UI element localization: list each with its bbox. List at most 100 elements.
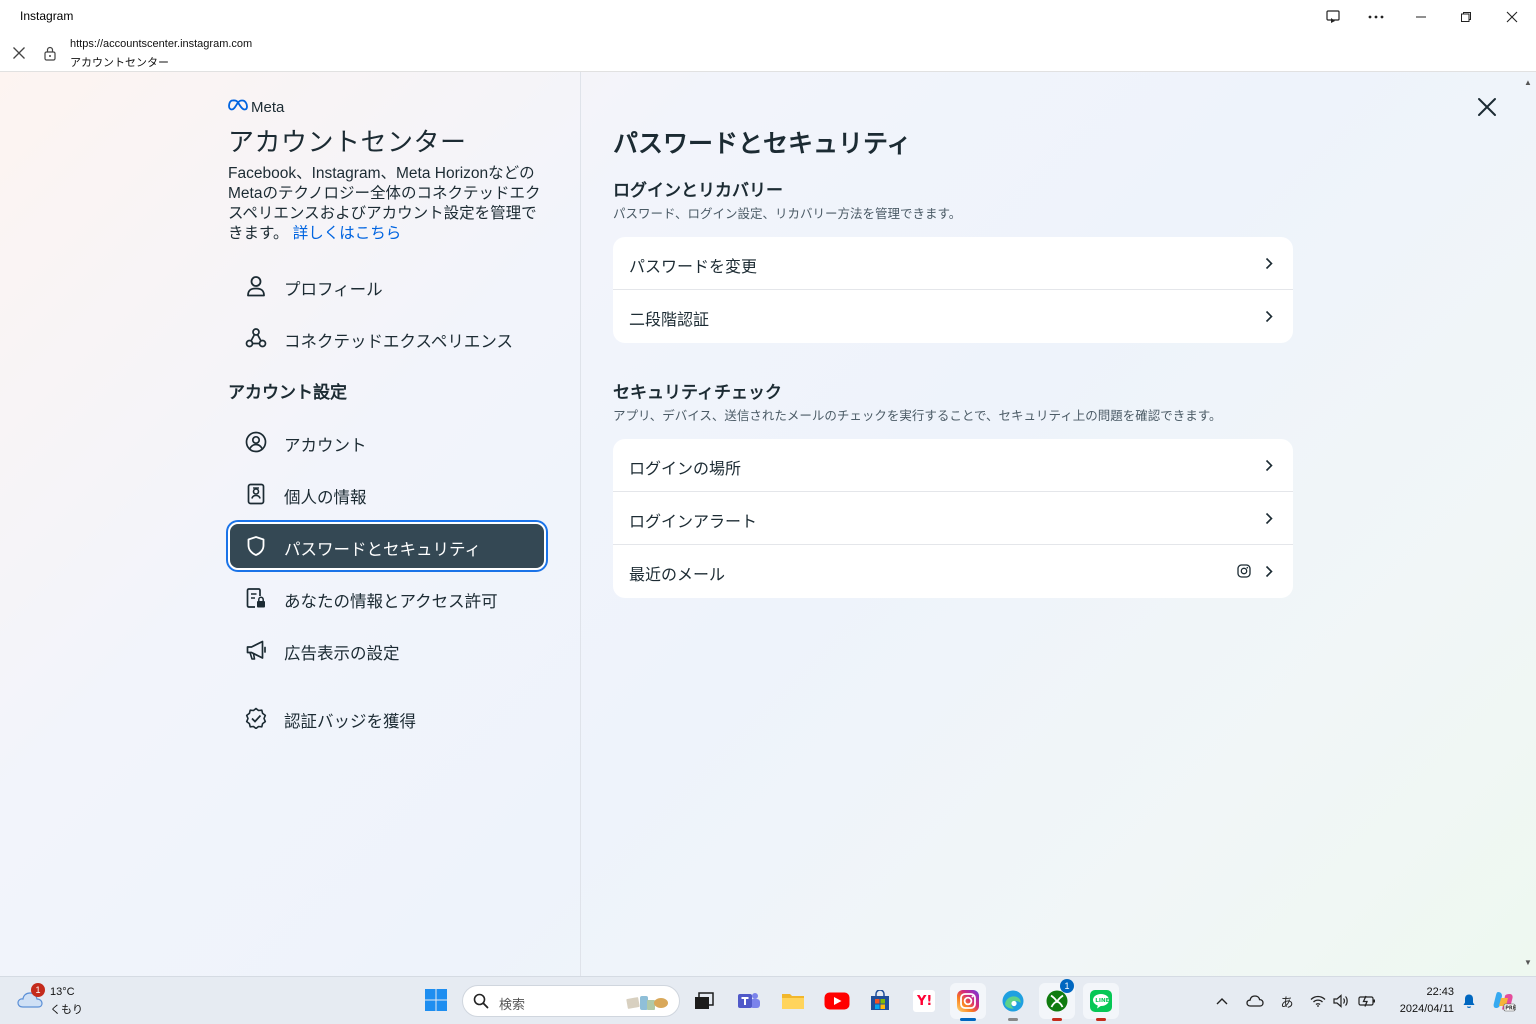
row-label: パスワードを変更 (629, 259, 758, 276)
svg-text:Y!: Y! (916, 994, 932, 1009)
security-check-heading: セキュリティチェック (613, 383, 782, 402)
close-icon[interactable] (8, 42, 30, 64)
login-recovery-card: パスワードを変更 二段階認証 (613, 237, 1293, 343)
close-panel-button[interactable] (1474, 94, 1500, 120)
xbox-badge: 1 (1060, 979, 1074, 993)
title-bar: Instagram (0, 0, 1536, 33)
battery-icon[interactable] (1356, 977, 1378, 1024)
row-label: 最近のメール (629, 567, 726, 584)
youtube-icon[interactable] (819, 983, 855, 1019)
chevron-right-icon (1263, 562, 1275, 580)
xbox-icon[interactable]: 1 (1039, 979, 1075, 1021)
instagram-app-icon[interactable] (950, 983, 986, 1021)
svg-text:PRE: PRE (1505, 1006, 1516, 1012)
weather-badge: 1 (31, 983, 45, 997)
accounts-center-description: Facebook、Instagram、Meta Horizonなどの Metaの… (228, 164, 548, 244)
windows-start-icon[interactable] (424, 988, 448, 1012)
window-title: Instagram (20, 9, 74, 23)
where-logged-in-row[interactable]: ログインの場所 (613, 439, 1293, 492)
edge-icon[interactable] (995, 983, 1031, 1021)
nav-item-label: コネクテッドエクスペリエンス (284, 333, 514, 351)
security-check-description: アプリ、デバイス、送信されたメールのチェックを実行することで、セキュリティ上の問… (613, 409, 1222, 423)
copilot-icon[interactable]: PRE (1490, 977, 1518, 1024)
nav-item-label: パスワードとセキュリティ (284, 541, 482, 559)
chevron-up-icon[interactable] (1212, 977, 1232, 1024)
page-title-text: アカウントセンター (70, 57, 169, 69)
scroll-up-icon[interactable]: ▲ (1524, 78, 1532, 87)
teams-icon[interactable] (731, 983, 767, 1019)
chevron-right-icon (1263, 456, 1275, 474)
panel-divider (580, 72, 581, 976)
row-label: ログインの場所 (629, 461, 742, 478)
nav-item-label: 個人の情報 (284, 489, 367, 507)
ime-indicator[interactable]: あ (1277, 977, 1297, 1024)
meta-brand-text: Meta (251, 98, 285, 116)
search-highlight-icon (625, 992, 669, 1012)
nav-item-personal-info[interactable]: 個人の情報 (228, 470, 546, 518)
cast-icon[interactable] (1311, 0, 1355, 33)
more-options-icon[interactable] (1354, 0, 1398, 33)
two-factor-row[interactable]: 二段階認証 (613, 290, 1293, 343)
nav-item-label: 認証バッジを獲得 (284, 713, 416, 731)
nav-item-label: プロフィール (284, 281, 383, 299)
chevron-right-icon (1263, 509, 1275, 527)
onedrive-icon[interactable] (1244, 977, 1266, 1024)
verified-badge-icon (244, 706, 268, 730)
microsoft-store-icon[interactable] (862, 983, 898, 1019)
nav-item-profile[interactable]: プロフィール (228, 262, 546, 310)
wifi-icon[interactable] (1308, 977, 1328, 1024)
svg-text:LINE: LINE (1095, 998, 1109, 1004)
row-label: ログインアラート (629, 514, 758, 531)
chevron-right-icon (1263, 307, 1275, 325)
login-recovery-heading: ログインとリカバリー (613, 181, 783, 200)
scroll-down-icon[interactable]: ▼ (1524, 958, 1532, 967)
close-window-button[interactable] (1490, 0, 1534, 33)
login-recovery-description: パスワード、ログイン設定、リカバリー方法を管理できます。 (613, 207, 962, 221)
notification-bell-icon[interactable] (1459, 977, 1479, 1024)
shield-icon (244, 534, 268, 558)
nav-item-verified-badge[interactable]: 認証バッジを獲得 (228, 694, 546, 742)
nav-item-your-info-permissions[interactable]: あなたの情報とアクセス許可 (228, 574, 546, 622)
file-explorer-icon[interactable] (775, 983, 811, 1019)
clock-time[interactable]: 22:43 (1406, 986, 1454, 998)
running-indicator (1008, 1018, 1018, 1021)
learn-more-link[interactable]: 詳しくはこちら (293, 225, 402, 242)
running-indicator (1096, 1018, 1106, 1021)
connected-nodes-icon (244, 326, 268, 350)
url-text[interactable]: https://accountscenter.instagram.com (70, 38, 252, 50)
chevron-right-icon (1263, 254, 1275, 272)
yahoo-shopping-icon[interactable]: Y! (906, 983, 942, 1019)
accounts-center-title: アカウントセンター (228, 127, 467, 157)
clock-date[interactable]: 2024/04/11 (1392, 1003, 1454, 1015)
volume-icon[interactable] (1331, 977, 1351, 1024)
person-icon (244, 274, 268, 298)
task-view-icon[interactable] (686, 983, 722, 1019)
recent-emails-row[interactable]: 最近のメール (613, 545, 1293, 598)
login-alerts-row[interactable]: ログインアラート (613, 492, 1293, 545)
nav-item-connected-experiences[interactable]: コネクテッドエクスペリエンス (228, 314, 546, 362)
taskbar: 1 13°C くもり 検索 Y! 1 LINE あ 22:43 2024/04/… (0, 976, 1536, 1024)
nav-item-label: 広告表示の設定 (284, 645, 400, 663)
active-app-indicator (960, 1018, 976, 1021)
nav-item-account[interactable]: アカウント (228, 418, 546, 466)
nav-item-password-security[interactable]: パスワードとセキュリティ (228, 522, 546, 570)
line-icon[interactable]: LINE (1083, 983, 1119, 1021)
nav-item-ad-preferences[interactable]: 広告表示の設定 (228, 626, 546, 674)
search-placeholder: 検索 (499, 997, 526, 1012)
instagram-icon (1237, 564, 1251, 578)
document-lock-icon (244, 586, 268, 610)
running-indicator (1052, 1018, 1062, 1021)
meta-logo: Meta (228, 98, 284, 116)
weather-temperature: 13°C (50, 986, 75, 998)
taskbar-search[interactable]: 検索 (462, 985, 680, 1017)
weather-condition: くもり (50, 1004, 83, 1016)
lock-icon[interactable] (40, 42, 60, 64)
change-password-row[interactable]: パスワードを変更 (613, 237, 1293, 290)
restore-button[interactable] (1444, 0, 1488, 33)
minimize-button[interactable] (1399, 0, 1443, 33)
row-label: 二段階認証 (629, 312, 710, 329)
nav-item-label: アカウント (284, 437, 367, 455)
scrollbar[interactable]: ▲ ▼ (1520, 72, 1536, 976)
account-settings-heading: アカウント設定 (228, 383, 347, 402)
id-card-icon (244, 482, 268, 506)
